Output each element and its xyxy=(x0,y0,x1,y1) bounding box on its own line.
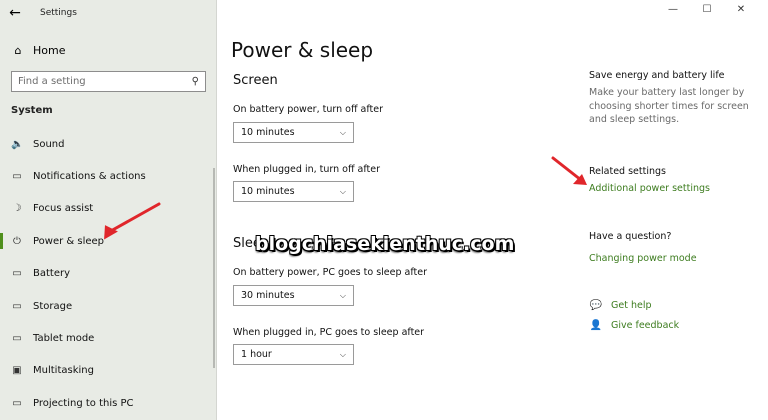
tablet-icon: ▭ xyxy=(12,333,22,345)
sidebar-scrollbar[interactable] xyxy=(213,168,215,368)
sidebar-item-battery[interactable]: ▭ Battery xyxy=(0,258,217,290)
screen-battery-label: On battery power, turn off after xyxy=(233,104,383,115)
page-title: Power & sleep xyxy=(231,38,374,62)
main-content: — ☐ ✕ Power & sleep Screen On battery po… xyxy=(218,0,768,420)
speaker-icon: 🔈 xyxy=(11,138,24,150)
sidebar-item-label: Projecting to this PC xyxy=(33,397,134,409)
sidebar-item-notifications[interactable]: ▭ Notifications & actions xyxy=(0,160,217,192)
energy-description: Make your battery last longer by choosin… xyxy=(589,87,749,125)
multitasking-icon: ▣ xyxy=(12,365,22,377)
get-help-link[interactable]: 💬 Get help xyxy=(589,300,759,311)
sidebar-item-storage[interactable]: ▭ Storage xyxy=(0,290,217,322)
feedback-icon: 👤 xyxy=(589,320,603,331)
sidebar-item-multitasking[interactable]: ▣ Multitasking xyxy=(0,355,217,387)
related-section: Related settings Additional power settin… xyxy=(589,166,759,194)
battery-icon: ▭ xyxy=(12,268,22,280)
screen-battery-dropdown[interactable]: 10 minutes ⌵ xyxy=(233,122,354,143)
sidebar-item-label: Multitasking xyxy=(33,365,94,377)
sidebar-item-tablet-mode[interactable]: ▭ Tablet mode xyxy=(0,322,217,354)
search-input[interactable] xyxy=(18,76,178,87)
give-feedback-label: Give feedback xyxy=(611,320,680,331)
back-arrow-icon[interactable]: ← xyxy=(0,5,30,21)
sidebar-item-label: Power & sleep xyxy=(33,235,105,247)
sidebar-item-label: Battery xyxy=(33,268,71,280)
app-title: Settings xyxy=(40,8,77,18)
sleep-battery-dropdown[interactable]: 30 minutes ⌵ xyxy=(233,285,354,306)
sidebar-nav: 🔈 Sound ▭ Notifications & actions ☽ Focu… xyxy=(0,128,217,420)
chevron-down-icon: ⌵ xyxy=(339,186,346,196)
title-bar: ← Settings xyxy=(0,0,217,26)
watermark-text: blogchiasekienthuc.com xyxy=(255,233,515,255)
close-icon[interactable]: ✕ xyxy=(724,4,758,15)
sidebar-item-label: Sound xyxy=(33,138,65,150)
dropdown-value: 10 minutes xyxy=(241,186,295,197)
search-box[interactable]: ⚲ xyxy=(11,71,206,92)
power-icon: ⏻ xyxy=(13,235,21,247)
home-button[interactable]: ⌂ Home xyxy=(0,40,66,60)
sleep-plugged-label: When plugged in, PC goes to sleep after xyxy=(233,327,425,338)
search-icon[interactable]: ⚲ xyxy=(192,76,199,87)
maximize-icon[interactable]: ☐ xyxy=(690,4,724,15)
red-arrow-sidebar xyxy=(104,202,161,240)
sidebar-item-label: Storage xyxy=(33,300,73,312)
question-heading: Have a question? xyxy=(589,231,672,242)
related-heading: Related settings xyxy=(589,166,666,177)
moon-icon: ☽ xyxy=(12,203,22,215)
red-arrow-related xyxy=(551,156,587,185)
chat-help-icon: 💬 xyxy=(589,300,603,311)
help-section: 💬 Get help 👤 Give feedback xyxy=(589,300,759,331)
chevron-down-icon: ⌵ xyxy=(339,127,346,137)
home-icon: ⌂ xyxy=(14,43,22,57)
sleep-plugged-dropdown[interactable]: 1 hour ⌵ xyxy=(233,344,354,365)
sidebar-item-projecting[interactable]: ▭ Projecting to this PC xyxy=(0,387,217,419)
energy-section: Save energy and battery life Make your b… xyxy=(589,70,759,127)
minimize-icon[interactable]: — xyxy=(656,4,690,15)
notification-icon: ▭ xyxy=(12,171,22,183)
dropdown-value: 10 minutes xyxy=(241,127,295,138)
question-section: Have a question? Changing power mode xyxy=(589,231,759,264)
energy-heading: Save energy and battery life xyxy=(589,70,725,81)
chevron-down-icon: ⌵ xyxy=(339,349,346,359)
changing-power-mode-link[interactable]: Changing power mode xyxy=(589,253,759,264)
additional-power-settings-link[interactable]: Additional power settings xyxy=(589,183,759,194)
get-help-label: Get help xyxy=(611,300,652,311)
storage-icon: ▭ xyxy=(12,300,22,312)
window-controls: — ☐ ✕ xyxy=(656,4,758,15)
section-label-system: System xyxy=(11,105,53,116)
dropdown-value: 30 minutes xyxy=(241,290,295,301)
sleep-battery-label: On battery power, PC goes to sleep after xyxy=(233,267,428,278)
chevron-down-icon: ⌵ xyxy=(339,290,346,300)
home-label: Home xyxy=(33,43,66,57)
sidebar-item-sound[interactable]: 🔈 Sound xyxy=(0,128,217,160)
screen-plugged-label: When plugged in, turn off after xyxy=(233,164,381,175)
dropdown-value: 1 hour xyxy=(241,349,272,360)
sidebar-item-label: Notifications & actions xyxy=(33,171,146,183)
screen-heading: Screen xyxy=(233,73,278,88)
sidebar-item-label: Tablet mode xyxy=(33,333,95,345)
screen-plugged-dropdown[interactable]: 10 minutes ⌵ xyxy=(233,181,354,202)
projector-icon: ▭ xyxy=(12,397,22,409)
give-feedback-link[interactable]: 👤 Give feedback xyxy=(589,320,759,331)
sidebar-item-label: Focus assist xyxy=(33,203,94,215)
